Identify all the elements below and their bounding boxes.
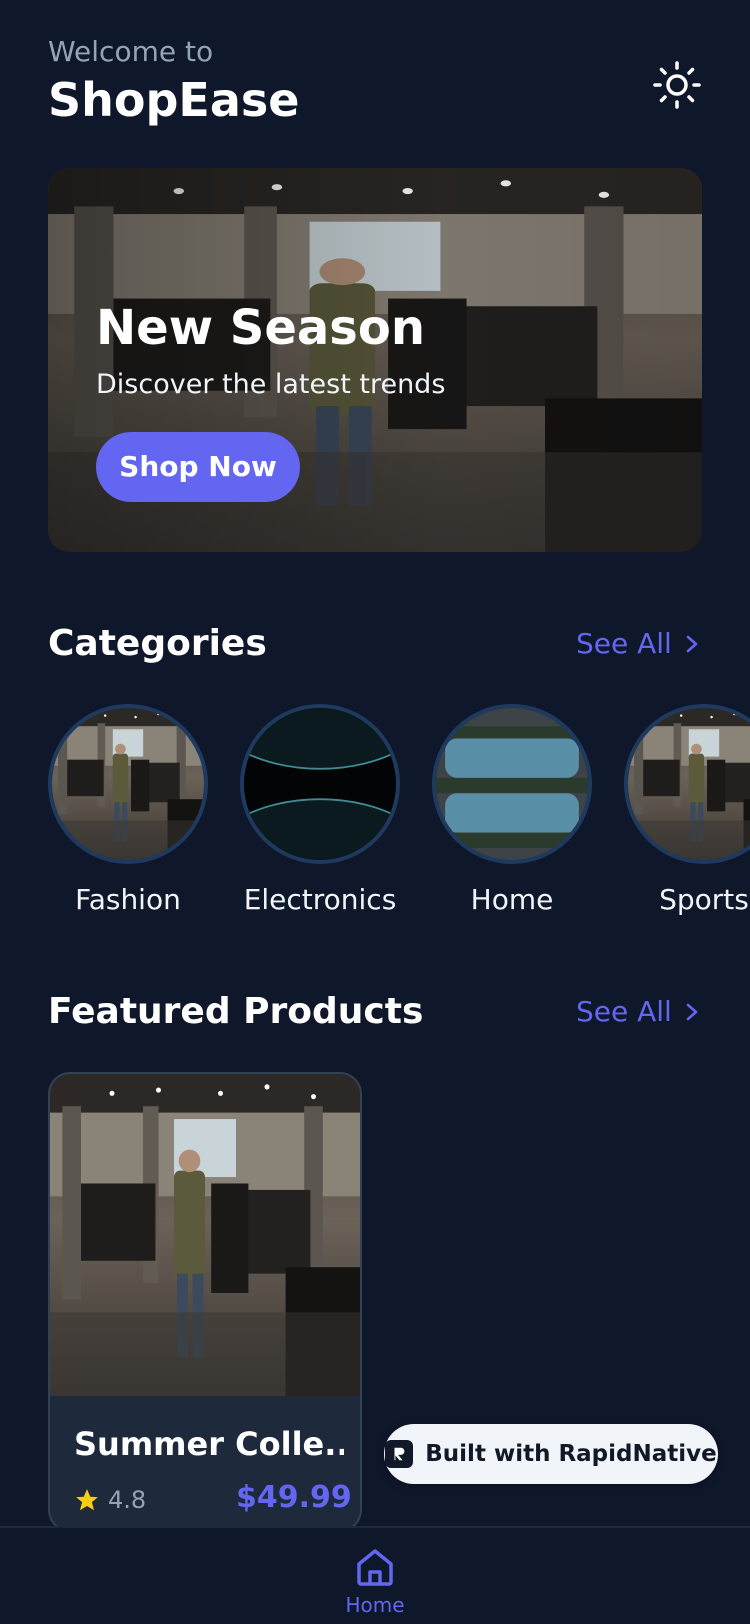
category-image xyxy=(624,704,750,864)
categories-list: Fashion Electronics Home Sports xyxy=(48,704,750,924)
category-label: Fashion xyxy=(75,883,181,916)
sun-icon xyxy=(653,61,701,109)
category-home[interactable]: Home xyxy=(432,704,592,918)
welcome-text: Welcome to xyxy=(48,35,214,68)
categories-title: Categories xyxy=(48,623,267,664)
tab-home[interactable]: Home xyxy=(340,1544,410,1618)
product-name: Summer Colle... xyxy=(74,1425,344,1463)
hero-subtitle: Discover the latest trends xyxy=(96,369,446,400)
product-price: $49.99 xyxy=(236,1480,352,1515)
theme-toggle-button[interactable] xyxy=(652,60,702,110)
category-fashion[interactable]: Fashion xyxy=(48,704,208,918)
category-image xyxy=(240,704,400,864)
category-label: Electronics xyxy=(243,883,397,916)
rating-value: 4.8 xyxy=(108,1486,147,1514)
product-rating: 4.8 xyxy=(74,1486,146,1514)
categories-see-all-link[interactable]: See All xyxy=(576,622,702,666)
category-sports[interactable]: Sports xyxy=(624,704,750,918)
category-electronics[interactable]: Electronics xyxy=(240,704,400,918)
chevron-right-icon xyxy=(686,635,698,653)
hero-banner[interactable]: New Season Discover the latest trends Sh… xyxy=(48,168,702,552)
built-with-badge[interactable]: Built with RapidNative xyxy=(384,1424,718,1484)
header: Welcome to ShopEase xyxy=(48,36,299,130)
badge-label: Built with RapidNative xyxy=(425,1441,717,1467)
product-image xyxy=(50,1074,360,1396)
star-icon xyxy=(76,1489,98,1511)
tab-home-label: Home xyxy=(345,1593,405,1617)
rapidnative-logo-icon xyxy=(385,1440,414,1468)
see-all-label: See All xyxy=(576,627,672,660)
product-card[interactable]: Summer Colle... 4.8 $49.99 xyxy=(48,1072,362,1532)
hero-title: New Season xyxy=(96,300,426,356)
chevron-right-icon xyxy=(686,1003,698,1021)
see-all-label: See All xyxy=(576,995,672,1028)
home-icon xyxy=(357,1549,393,1586)
category-label: Sports xyxy=(659,883,749,916)
category-label: Home xyxy=(470,883,554,916)
category-image xyxy=(432,704,592,864)
shop-now-button[interactable]: Shop Now xyxy=(96,432,300,502)
featured-see-all-link[interactable]: See All xyxy=(576,990,702,1034)
bottom-tab-bar: Home xyxy=(0,1526,750,1624)
category-image xyxy=(48,704,208,864)
featured-products-title: Featured Products xyxy=(48,991,424,1032)
app-title: ShopEase xyxy=(48,73,300,127)
